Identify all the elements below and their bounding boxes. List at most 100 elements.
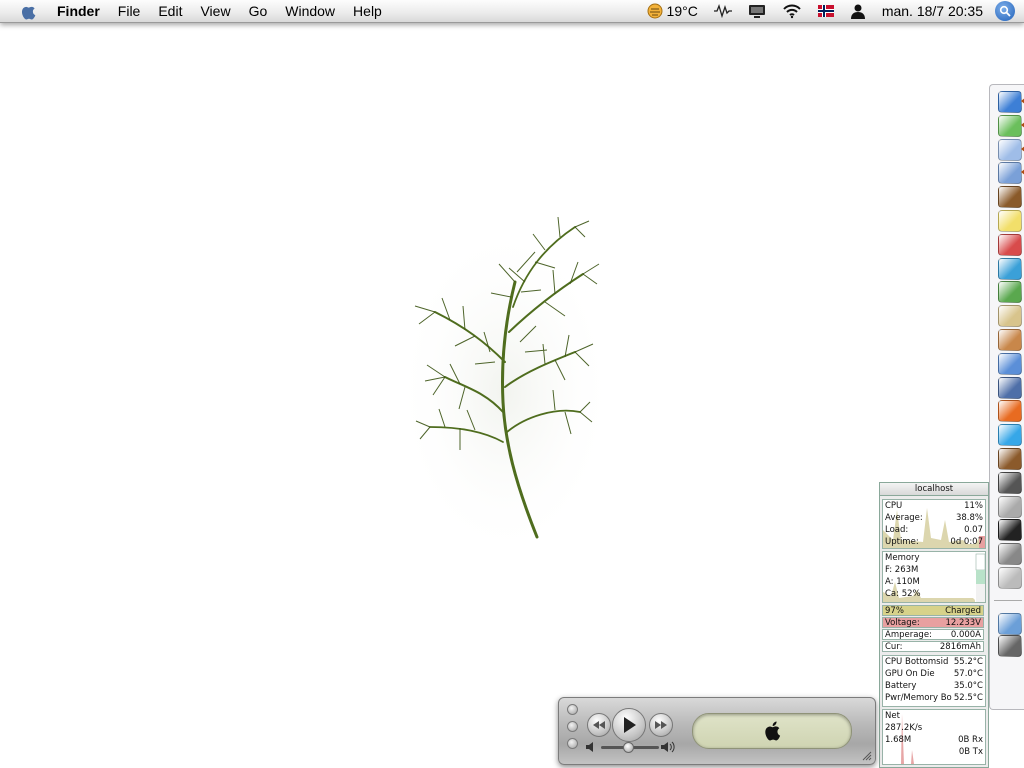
trash-icon[interactable]	[998, 635, 1022, 657]
menu-clock[interactable]: man. 18/7 20:35	[882, 3, 983, 19]
menu-edit[interactable]: Edit	[149, 0, 191, 22]
applications-folder-icon[interactable]	[998, 613, 1022, 635]
iphoto-icon[interactable]	[998, 329, 1022, 351]
keychain-icon[interactable]	[998, 543, 1022, 566]
user-menu-extra[interactable]	[850, 0, 866, 22]
activity-wave-icon	[713, 4, 732, 18]
temperature-panel: CPU Bottomsid 55.2°C GPU On Die 57.0°C Bat…	[882, 655, 986, 707]
cpu-average-label: Average:	[885, 513, 923, 523]
rewind-button[interactable]	[587, 713, 611, 737]
voltage-label: Voltage:	[885, 618, 920, 628]
apple-logo-icon	[765, 721, 781, 741]
photo-icon[interactable]	[998, 281, 1022, 304]
battery-charge-row: 97% Charged	[882, 605, 984, 616]
cpu-load-value: 0.07	[964, 525, 983, 535]
disk-utility-icon[interactable]	[998, 495, 1022, 518]
volume-high-icon	[661, 741, 675, 753]
play-button[interactable]	[612, 708, 646, 742]
network-icon[interactable]	[998, 376, 1022, 399]
net-rate: 287.2K/s	[885, 723, 923, 733]
preview-icon[interactable]	[998, 162, 1022, 185]
menu-file[interactable]: File	[109, 0, 150, 22]
current-value: 2816mAh	[939, 642, 981, 652]
battery-voltage-row: Voltage: 12.233V	[882, 617, 984, 628]
apple-menu-icon[interactable]	[17, 2, 39, 20]
fast-forward-icon	[655, 721, 667, 729]
messenger-icon[interactable]	[998, 424, 1022, 447]
temperature-readout: 19°C	[666, 3, 698, 19]
itunes-icon[interactable]	[998, 114, 1022, 137]
menu-help[interactable]: Help	[344, 0, 391, 22]
stickies-icon[interactable]	[998, 210, 1022, 232]
rewind-icon	[593, 721, 605, 729]
memory-label: Memory	[885, 553, 920, 563]
temp-value-3: 52.5°C	[953, 693, 983, 703]
dictionary-icon[interactable]	[998, 448, 1022, 470]
volume-low-icon	[586, 742, 593, 752]
memory-cache: Ca: 52%	[885, 589, 921, 599]
apple-icon[interactable]	[998, 567, 1022, 589]
temp-value-2: 35.0°C	[953, 681, 983, 691]
cpu-value: 11%	[964, 501, 983, 511]
battery-amperage-row: Amperage: 0.000A	[882, 629, 984, 640]
stats-title: localhost	[880, 483, 988, 496]
user-icon	[850, 4, 865, 19]
finder-icon[interactable]	[998, 91, 1022, 113]
firefox-icon[interactable]	[998, 400, 1022, 423]
close-button[interactable]	[567, 704, 578, 715]
terminal-icon[interactable]	[998, 519, 1022, 542]
current-label: Cur:	[885, 642, 903, 652]
player-display	[692, 713, 852, 749]
net-total: 1.68M	[885, 735, 912, 745]
zoom-button[interactable]	[567, 738, 578, 749]
temp-value-0: 55.2°C	[953, 657, 983, 667]
airport-menu-extra[interactable]	[782, 0, 802, 22]
volume-slider-knob[interactable]	[623, 742, 634, 753]
system-stats-widget[interactable]: localhost CPU 11% Average: 38.8% Load: 0.07…	[879, 482, 989, 768]
spotlight-search-icon	[999, 5, 1011, 17]
dock	[989, 84, 1024, 710]
resize-grip-icon[interactable]	[862, 751, 872, 761]
display-menu-extra[interactable]	[748, 0, 766, 22]
ichat-icon[interactable]	[998, 352, 1022, 375]
activity-menu-extra[interactable]	[713, 0, 732, 22]
cpu-average-value: 38.8%	[955, 513, 983, 523]
wifi-icon	[783, 4, 801, 18]
memory-panel: Memory F: 263M A: 110M Ca: 52%	[882, 551, 986, 603]
script-icon[interactable]	[998, 305, 1022, 328]
cpu-label: CPU	[885, 501, 903, 511]
menu-view[interactable]: View	[191, 0, 239, 22]
dill-desktop-image	[405, 216, 605, 557]
temp-label-0: CPU Bottomsid	[885, 657, 949, 667]
input-menu-extra[interactable]	[817, 0, 834, 22]
display-icon	[748, 4, 765, 18]
battery-state: Charged	[945, 606, 981, 616]
media-player-window[interactable]	[558, 697, 876, 765]
weather-menu-extra[interactable]: 19°C	[647, 0, 698, 22]
amperage-label: Amperage:	[885, 630, 932, 640]
dock-separator	[994, 600, 1022, 601]
memory-free: F: 263M	[885, 565, 919, 575]
menu-app-finder[interactable]: Finder	[55, 0, 109, 22]
sync-icon[interactable]	[998, 471, 1022, 494]
fast-forward-button[interactable]	[649, 713, 673, 737]
norway-flag-icon	[817, 5, 834, 17]
weather-icon	[647, 3, 663, 19]
battery-percent: 97%	[885, 606, 904, 616]
spotlight-button[interactable]	[995, 1, 1015, 21]
safari-icon[interactable]	[998, 138, 1022, 161]
menu-window[interactable]: Window	[276, 0, 344, 22]
cpu-panel: CPU 11% Average: 38.8% Load: 0.07 Uptime: 0d…	[882, 499, 986, 549]
voltage-value: 12.233V	[945, 618, 981, 628]
ical-icon[interactable]	[998, 233, 1022, 256]
minimize-button[interactable]	[567, 721, 578, 732]
temp-value-1: 57.0°C	[953, 669, 983, 679]
play-icon	[624, 717, 636, 733]
battery-current-row: Cur: 2816mAh	[882, 641, 984, 652]
dashboard-icon[interactable]	[998, 257, 1022, 280]
address-book-icon[interactable]	[998, 186, 1022, 209]
menu-go[interactable]: Go	[240, 0, 277, 22]
temp-label-3: Pwr/Memory Bo	[885, 693, 952, 703]
cpu-uptime-label: Uptime:	[885, 537, 919, 547]
network-panel: Net 287.2K/s 1.68M 0B Rx 0B Tx	[882, 709, 986, 765]
